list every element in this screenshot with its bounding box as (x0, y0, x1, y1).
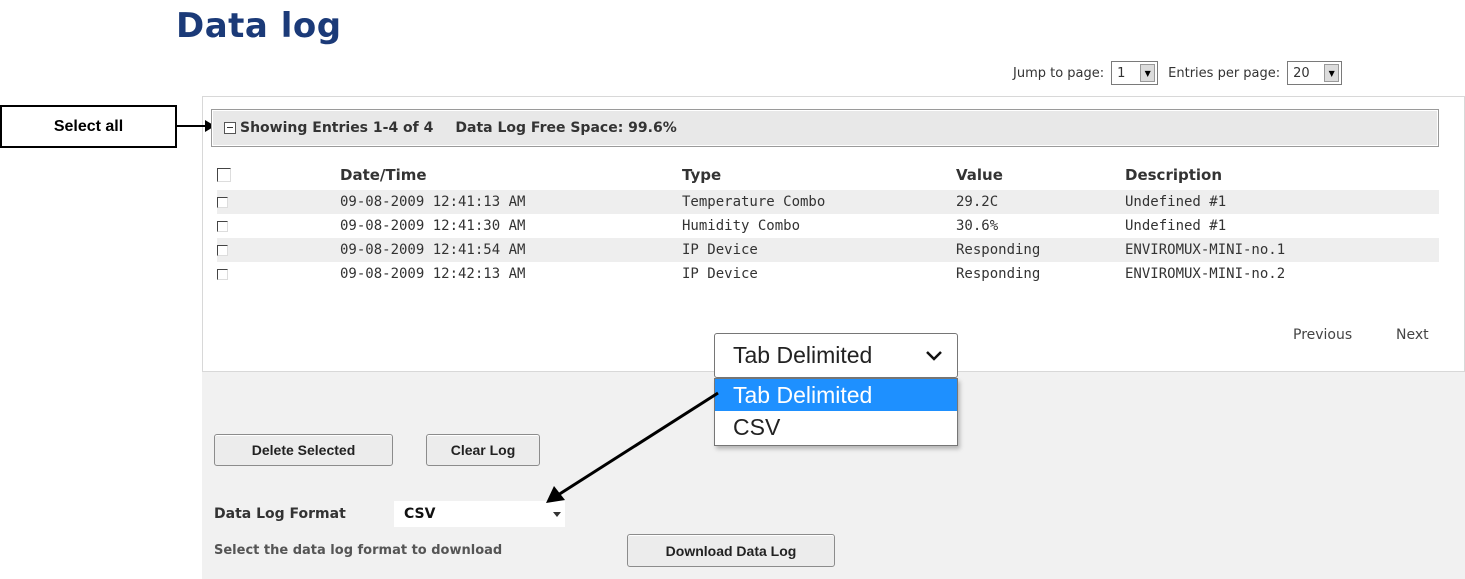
cell-description: Undefined #1 (1125, 218, 1227, 234)
row-checkbox[interactable] (217, 268, 228, 280)
cell-datetime: 09-08-2009 12:41:30 AM (340, 218, 526, 234)
data-log-format-label: Data Log Format (214, 506, 346, 522)
table-header-row: Date/Time Type Value Description (217, 160, 1439, 190)
format-dropdown-options: Tab Delimited CSV (714, 378, 958, 446)
cell-value: 30.6% (956, 218, 999, 234)
column-header-description: Description (1125, 166, 1223, 184)
page-title: Data log (176, 6, 342, 46)
table-row: 09-08-2009 12:41:13 AM Temperature Combo… (217, 190, 1439, 214)
cell-type: IP Device (682, 266, 758, 282)
select-all-toggle-icon[interactable] (224, 122, 236, 134)
table-row: 09-08-2009 12:41:30 AM Humidity Combo 30… (217, 214, 1439, 238)
data-log-table: Date/Time Type Value Description 09-08-2… (217, 160, 1439, 286)
entries-per-page-label: Entries per page: (1168, 65, 1281, 81)
cell-datetime: 09-08-2009 12:42:13 AM (340, 266, 526, 282)
select-all-callout: Select all (0, 105, 177, 148)
table-row: 09-08-2009 12:42:13 AM IP Device Respond… (217, 262, 1439, 286)
column-header-type: Type (682, 166, 722, 184)
jump-to-page-select[interactable]: 1 ▼ (1111, 61, 1159, 85)
entries-per-page-select[interactable]: 20 ▼ (1287, 61, 1343, 85)
cell-datetime: 09-08-2009 12:41:54 AM (340, 242, 526, 258)
select-all-checkbox[interactable] (217, 168, 231, 182)
dropdown-arrow-icon (553, 511, 561, 517)
previous-link[interactable]: Previous (1293, 327, 1352, 343)
next-link[interactable]: Next (1396, 327, 1429, 343)
table-row: 09-08-2009 12:41:54 AM IP Device Respond… (217, 238, 1439, 262)
format-option-csv[interactable]: CSV (715, 411, 957, 443)
data-log-format-value: CSV (404, 506, 436, 522)
row-checkbox[interactable] (217, 244, 228, 256)
jump-to-page-label: Jump to page: (1013, 65, 1105, 81)
showing-entries-text: Showing Entries 1-4 of 4 (240, 120, 434, 136)
format-dropdown-popup-value: Tab Delimited (733, 342, 873, 368)
format-option-tab-delimited[interactable]: Tab Delimited (715, 379, 957, 411)
cell-description: Undefined #1 (1125, 194, 1227, 210)
pager: Jump to page: 1 ▼ Entries per page: 20 ▼ (1013, 60, 1343, 86)
row-checkbox[interactable] (217, 220, 228, 232)
cell-description: ENVIROMUX-MINI-no.1 (1125, 242, 1286, 258)
delete-selected-button[interactable]: Delete Selected (214, 434, 393, 466)
download-data-log-button[interactable]: Download Data Log (627, 534, 835, 567)
cell-value: Responding (956, 242, 1041, 258)
cell-type: IP Device (682, 242, 758, 258)
cell-datetime: 09-08-2009 12:41:13 AM (340, 194, 526, 210)
format-dropdown-popup[interactable]: Tab Delimited (714, 333, 958, 378)
dropdown-arrow-icon: ▼ (1324, 64, 1340, 82)
annotation-arrow-icon (546, 391, 719, 503)
cell-type: Humidity Combo (682, 218, 801, 234)
cell-description: ENVIROMUX-MINI-no.2 (1125, 266, 1286, 282)
format-hint-text: Select the data log format to download (214, 543, 503, 558)
cell-type: Temperature Combo (682, 194, 826, 210)
cell-value: Responding (956, 266, 1041, 282)
chevron-down-icon (926, 350, 942, 361)
column-header-datetime: Date/Time (340, 166, 427, 184)
free-space-text: Data Log Free Space: 99.6% (455, 120, 677, 136)
entries-header-bar: Showing Entries 1-4 of 4 Data Log Free S… (211, 109, 1439, 147)
jump-to-page-value: 1 (1117, 65, 1126, 81)
clear-log-button[interactable]: Clear Log (426, 434, 540, 466)
entries-per-page-value: 20 (1293, 65, 1310, 81)
row-checkbox[interactable] (217, 196, 228, 208)
dropdown-arrow-icon: ▼ (1140, 64, 1156, 82)
column-header-value: Value (956, 166, 1003, 184)
cell-value: 29.2C (956, 194, 999, 210)
